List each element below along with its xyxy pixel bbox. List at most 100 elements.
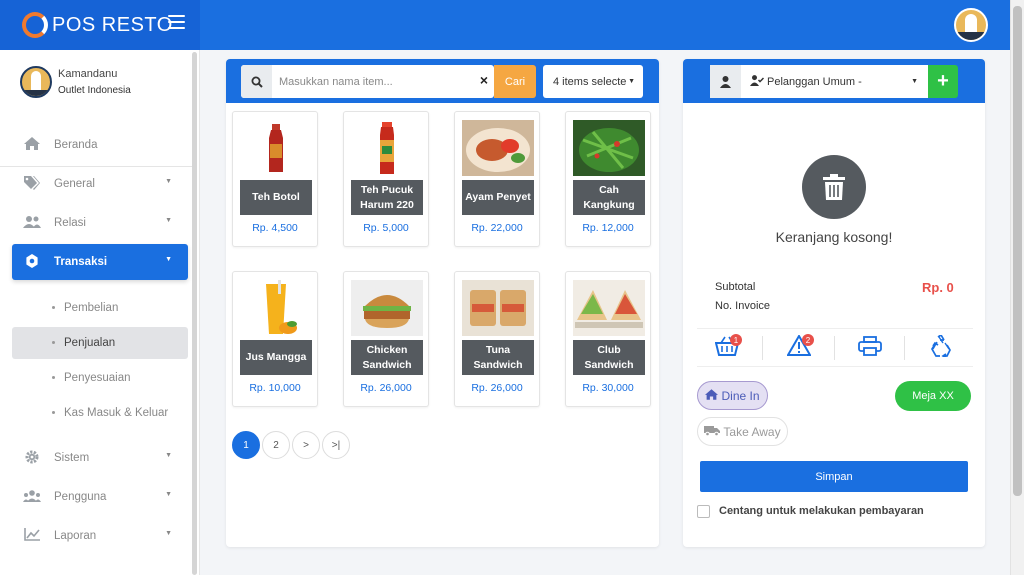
sidebar-scrollbar[interactable] — [192, 52, 197, 575]
clear-search-icon[interactable]: × — [480, 72, 488, 88]
page-next-button[interactable]: > — [292, 431, 320, 459]
print-button[interactable] — [855, 333, 885, 363]
product-name: Teh Pucuk Harum 220 — [351, 180, 423, 215]
category-filter-dropdown[interactable]: 4 items selecte ▼ — [543, 65, 643, 98]
product-name: Ayam Penyet — [462, 180, 534, 215]
page-button-2[interactable]: 2 — [262, 431, 290, 459]
sidebar-item-general[interactable]: General ▼ — [12, 166, 188, 202]
printer-icon — [858, 335, 882, 361]
user-group-icon — [22, 489, 42, 505]
product-name: Teh Botol — [240, 180, 312, 215]
payment-checkbox-label: Centang untuk melakukan pembayaran — [719, 505, 924, 517]
sidebar-item-beranda[interactable]: Beranda — [12, 127, 188, 163]
product-price: Rp. 12,000 — [582, 222, 634, 234]
product-name: Chicken Sandwich — [351, 340, 423, 375]
hamburger-icon[interactable] — [168, 15, 185, 29]
sidebar-item-pengguna[interactable]: Pengguna ▼ — [12, 479, 188, 515]
users-icon — [22, 215, 42, 231]
search-icon[interactable] — [241, 65, 272, 98]
product-name: Jus Mangga — [240, 340, 312, 375]
cog-icon — [22, 450, 42, 467]
user-avatar — [20, 66, 52, 98]
caret-down-icon: ▼ — [911, 78, 918, 85]
caret-down-icon: ▼ — [628, 78, 635, 85]
page-scrollbar[interactable] — [1010, 0, 1024, 575]
gear-icon — [22, 253, 42, 271]
logo-icon — [22, 12, 48, 38]
empty-cart-message: Keranjang kosong! — [775, 229, 893, 245]
product-name: Cah Kangkung — [573, 180, 645, 215]
product-image-jus-mangga — [240, 280, 312, 336]
recycle-button[interactable] — [926, 333, 956, 363]
sidebar-item-sistem[interactable]: Sistem ▼ — [12, 440, 188, 476]
search-input[interactable] — [279, 65, 474, 98]
product-card[interactable]: Ayam Penyet Rp. 22,000 — [454, 111, 540, 247]
product-name: Club Sandwich — [573, 340, 645, 375]
product-price: Rp. 22,000 — [471, 222, 523, 234]
product-card[interactable]: Chicken Sandwich Rp. 26,000 — [343, 271, 429, 407]
product-image-cah-kangkung — [573, 120, 645, 176]
customer-select[interactable]: Pelanggan Umum - ▼ — [710, 65, 928, 98]
product-card[interactable]: Tuna Sandwich Rp. 26,000 — [454, 271, 540, 407]
product-price: Rp. 26,000 — [471, 382, 523, 394]
basket-badge: 1 — [730, 334, 742, 346]
sidebar-subitem-penjualan[interactable]: Penjualan — [12, 327, 188, 359]
product-image-club-sandwich — [573, 280, 645, 336]
sidebar-subitem-pembelian[interactable]: Pembelian — [12, 292, 188, 324]
page-button-1[interactable]: 1 — [232, 431, 260, 459]
home-icon — [22, 137, 42, 153]
sidebar-subitem-kas[interactable]: Kas Masuk & Keluar — [12, 397, 188, 429]
avatar[interactable] — [954, 8, 988, 42]
chevron-down-icon: ▼ — [165, 491, 172, 498]
product-price: Rp. 26,000 — [360, 382, 412, 394]
recycle-icon — [929, 333, 953, 362]
product-image-teh-botol — [240, 120, 312, 176]
chevron-down-icon: ▼ — [165, 178, 172, 185]
add-customer-button[interactable]: + — [928, 65, 958, 98]
product-card[interactable]: Club Sandwich Rp. 30,000 — [565, 271, 651, 407]
tag-icon — [22, 175, 42, 193]
home-icon — [705, 388, 719, 403]
chart-line-icon — [22, 528, 42, 544]
chevron-down-icon: ▼ — [165, 452, 172, 459]
sidebar-subitem-penyesuaian[interactable]: Penyesuaian — [12, 362, 188, 394]
page-last-button[interactable]: >| — [322, 431, 350, 459]
subtotal-value: Rp. 0 — [922, 280, 954, 295]
chevron-down-icon: ▼ — [165, 217, 172, 224]
product-card[interactable]: Jus Mangga Rp. 10,000 — [232, 271, 318, 407]
product-name: Tuna Sandwich — [462, 340, 534, 375]
user-panel: Kamandanu Outlet Indonesia — [20, 66, 131, 98]
save-button[interactable]: Simpan — [700, 461, 968, 492]
dine-in-button[interactable]: Dine In — [697, 381, 768, 410]
product-image-tuna-sandwich — [462, 280, 534, 336]
product-card[interactable]: Teh Botol Rp. 4,500 — [232, 111, 318, 247]
payment-checkbox[interactable] — [697, 505, 710, 518]
take-away-button[interactable]: Take Away — [697, 417, 788, 446]
chevron-down-icon: ▼ — [165, 256, 172, 263]
product-card[interactable]: Cah Kangkung Rp. 12,000 — [565, 111, 651, 247]
product-price: Rp. 10,000 — [249, 382, 301, 394]
search-box: × — [241, 65, 494, 98]
user-outlet: Outlet Indonesia — [58, 85, 131, 96]
product-card[interactable]: Teh Pucuk Harum 220 Rp. 5,000 — [343, 111, 429, 247]
truck-icon — [704, 425, 721, 439]
customer-value: Pelanggan Umum - — [767, 76, 862, 88]
invoice-label: No. Invoice — [715, 300, 771, 312]
app-title: POS RESTO — [52, 13, 173, 36]
basket-button[interactable]: 1 — [712, 333, 742, 363]
person-icon — [710, 65, 741, 98]
user-name: Kamandanu — [58, 68, 118, 80]
sidebar-item-laporan[interactable]: Laporan ▼ — [12, 518, 188, 554]
table-button[interactable]: Meja XX — [895, 381, 971, 411]
product-image-ayam-penyet — [462, 120, 534, 176]
warning-button[interactable]: 2 — [784, 333, 814, 363]
sidebar: Kamandanu Outlet Indonesia Beranda Gener… — [0, 50, 200, 575]
product-price: Rp. 5,000 — [363, 222, 409, 234]
sidebar-item-transaksi[interactable]: Transaksi ▼ — [12, 244, 188, 280]
product-image-chicken-sandwich — [351, 280, 423, 336]
trash-icon — [802, 155, 866, 219]
product-price: Rp. 4,500 — [252, 222, 298, 234]
product-image-teh-pucuk — [351, 120, 423, 176]
sidebar-item-relasi[interactable]: Relasi ▼ — [12, 205, 188, 241]
search-button[interactable]: Cari — [494, 65, 536, 98]
